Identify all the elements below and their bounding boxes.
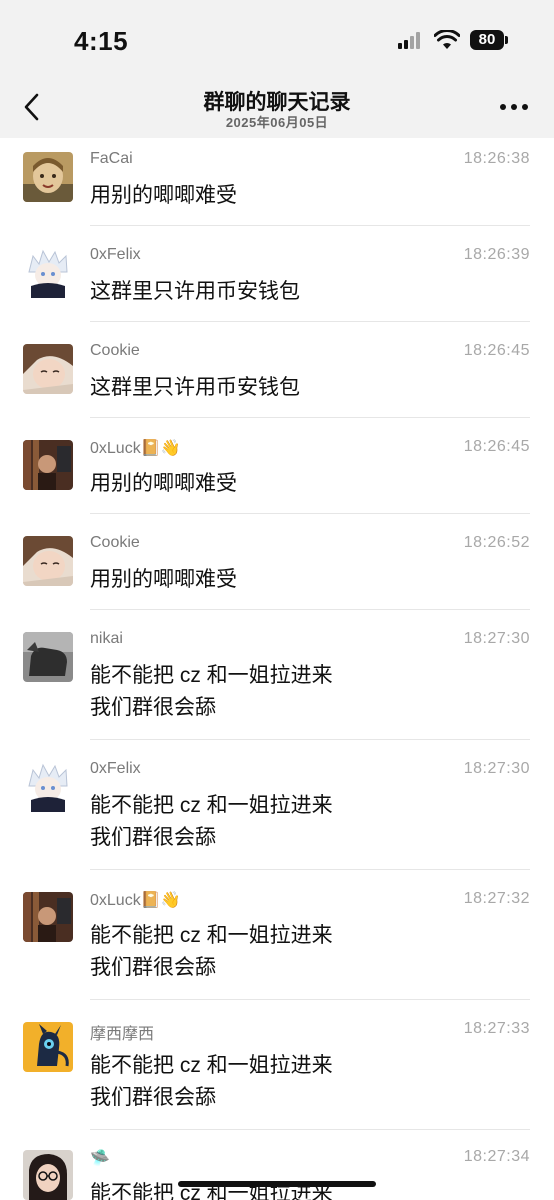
home-indicator[interactable] (178, 1181, 376, 1187)
message-text: 我们群很会舔 (90, 956, 216, 979)
message-text: 用别的唧唧难受 (90, 184, 237, 207)
message-sender: 0xFelix (90, 760, 141, 777)
message-text: 这群里只许用币安钱包 (90, 376, 300, 399)
message-sender: Cookie (90, 534, 140, 551)
message-sender: FaCai (90, 150, 133, 167)
anime-white-hair-avatar[interactable] (23, 762, 73, 812)
message-text: 这群里只许用币安钱包 (90, 280, 300, 303)
message-time: 18:26:39 (463, 246, 530, 263)
message-item[interactable]: 摩西摩西 18:27:33 能不能把 cz 和一姐拉进来 我们群很会舔 (0, 1000, 554, 1130)
cellular-signal-icon (398, 32, 422, 49)
wifi-icon (434, 30, 460, 49)
photo-glasses-girl-avatar[interactable] (23, 1150, 73, 1200)
photo-room-avatar[interactable] (23, 892, 73, 942)
message-time: 18:26:52 (463, 534, 530, 551)
photo-horse-avatar[interactable] (23, 632, 73, 682)
message-time: 18:27:30 (463, 760, 530, 777)
message-text: 能不能把 cz 和一姐拉进来 (90, 1054, 333, 1077)
status-time: 4:15 (74, 26, 129, 56)
photo-girl-avatar[interactable] (23, 536, 73, 586)
message-item[interactable]: 🛸 18:27:34 能不能把 cz 和一姐拉进来 (0, 1130, 554, 1200)
message-time: 18:27:34 (463, 1148, 530, 1165)
message-sender: 🛸 (90, 1150, 110, 1167)
message-time: 18:26:45 (463, 438, 530, 455)
message-time: 18:27:30 (463, 630, 530, 647)
page-date: 2025年06月05日 (225, 115, 329, 130)
cartoon-creature-avatar[interactable] (23, 1022, 73, 1072)
message-item[interactable]: Cookie 18:26:52 用别的唧唧难受 (0, 514, 554, 610)
more-options-icon[interactable] (500, 104, 528, 112)
message-item[interactable]: 0xLuck📔👋 18:27:32 能不能把 cz 和一姐拉进来 我们群很会舔 (0, 870, 554, 1000)
message-text: 能不能把 cz 和一姐拉进来 (90, 794, 333, 817)
message-time: 18:26:45 (463, 342, 530, 359)
message-text: 我们群很会舔 (90, 696, 216, 719)
message-list: FaCai 18:26:38 用别的唧唧难受 0xFelix 18:26:39 … (0, 138, 554, 1200)
message-item[interactable]: FaCai 18:26:38 用别的唧唧难受 (0, 138, 554, 226)
message-text: 我们群很会舔 (90, 826, 216, 849)
message-text: 能不能把 cz 和一姐拉进来 (90, 664, 333, 687)
status-bar: 4:15 80 (0, 0, 554, 80)
message-sender: 0xLuck📔👋 (90, 440, 181, 457)
cartoon-girl-avatar[interactable] (23, 152, 73, 202)
message-item[interactable]: 0xFelix 18:26:39 这群里只许用币安钱包 (0, 226, 554, 322)
message-item[interactable]: 0xFelix 18:27:30 能不能把 cz 和一姐拉进来 我们群很会舔 (0, 740, 554, 870)
message-item[interactable]: Cookie 18:26:45 这群里只许用币安钱包 (0, 322, 554, 418)
message-time: 18:26:38 (463, 150, 530, 167)
message-text: 能不能把 cz 和一姐拉进来 (90, 924, 333, 947)
message-time: 18:27:32 (463, 890, 530, 907)
message-item[interactable]: 0xLuck📔👋 18:26:45 用别的唧唧难受 (0, 418, 554, 514)
nav-bar: 群聊的聊天记录 2025年06月05日 (0, 80, 554, 138)
message-sender: 0xFelix (90, 246, 141, 263)
message-item[interactable]: nikai 18:27:30 能不能把 cz 和一姐拉进来 我们群很会舔 (0, 610, 554, 740)
message-text: 用别的唧唧难受 (90, 472, 237, 495)
message-text: 用别的唧唧难受 (90, 568, 237, 591)
message-sender: nikai (90, 630, 123, 647)
message-sender: Cookie (90, 342, 140, 359)
message-sender: 0xLuck📔👋 (90, 892, 181, 909)
message-sender: 摩西摩西 (90, 1026, 155, 1043)
battery-indicator: 80 (470, 30, 504, 50)
message-time: 18:27:33 (463, 1020, 530, 1037)
anime-white-hair-avatar[interactable] (23, 248, 73, 298)
battery-tip (505, 36, 508, 44)
photo-room-avatar[interactable] (23, 440, 73, 490)
message-text: 我们群很会舔 (90, 1086, 216, 1109)
photo-girl-avatar[interactable] (23, 344, 73, 394)
